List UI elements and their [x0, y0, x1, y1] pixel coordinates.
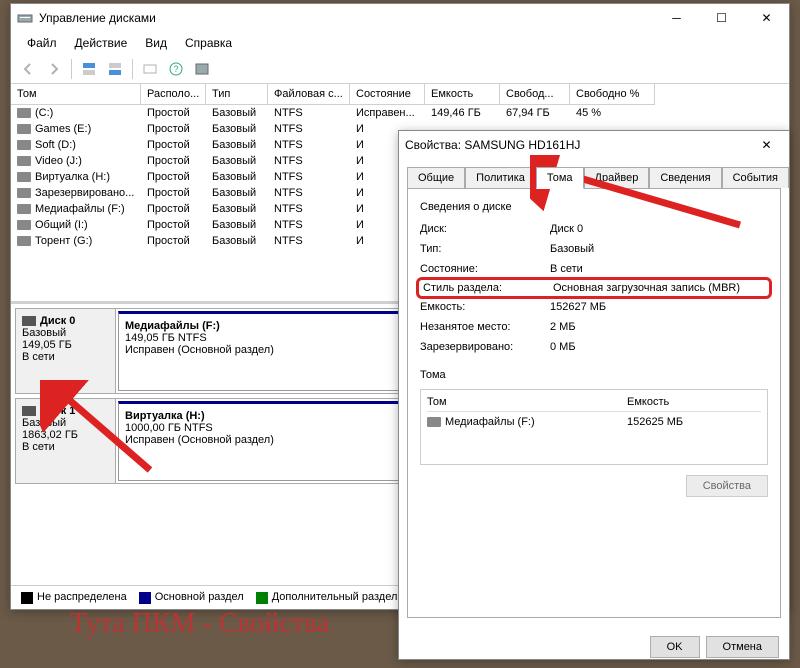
volume-icon: [17, 140, 31, 150]
menu-action[interactable]: Действие: [67, 34, 136, 52]
view-bottom-button[interactable]: [104, 58, 126, 80]
titlebar[interactable]: Управление дисками ─ ☐ ✕: [11, 4, 789, 32]
tab-general[interactable]: Общие: [407, 167, 465, 188]
col-freepct[interactable]: Свободно %: [570, 84, 655, 105]
dialog-close-button[interactable]: ✕: [744, 131, 789, 159]
toolbar: ?: [11, 54, 789, 84]
col-fs[interactable]: Файловая с...: [268, 84, 350, 105]
vol-col-tom[interactable]: Том: [427, 396, 627, 408]
vol-row[interactable]: Медиафайлы (F:) 152625 МБ: [427, 412, 761, 458]
app-icon: [17, 10, 33, 26]
table-row[interactable]: (C:)ПростойБазовыйNTFSИсправен...149,46 …: [11, 105, 789, 121]
dialog-title: Свойства: SAMSUNG HD161HJ: [405, 138, 580, 152]
info-row: Стиль раздела:Основная загрузочная запис…: [416, 277, 772, 299]
volume-icon: [17, 172, 31, 182]
col-type[interactable]: Тип: [206, 84, 268, 105]
cancel-button[interactable]: Отмена: [706, 636, 779, 658]
menu-file[interactable]: Файл: [19, 34, 65, 52]
legend-swatch-extended: [256, 592, 268, 604]
disk-info-heading: Сведения о диске: [420, 201, 768, 213]
tab-events[interactable]: События: [722, 167, 789, 188]
window-title: Управление дисками: [39, 11, 156, 25]
tab-strip: Общие Политика Тома Драйвер Сведения Соб…: [399, 159, 789, 188]
info-row: Емкость:152627 МБ: [420, 297, 768, 317]
info-row: Незанятое место:2 МБ: [420, 317, 768, 337]
vol-col-emk[interactable]: Емкость: [627, 396, 669, 408]
menu-view[interactable]: Вид: [137, 34, 175, 52]
legend-swatch-primary: [139, 592, 151, 604]
dialog-titlebar[interactable]: Свойства: SAMSUNG HD161HJ ✕: [399, 131, 789, 159]
view-top-button[interactable]: [78, 58, 100, 80]
volume-icon: [17, 124, 31, 134]
tab-content: Сведения о диске Диск:Диск 0Тип:БазовыйС…: [407, 188, 781, 618]
disk-info[interactable]: Диск 0Базовый149,05 ГБВ сети: [16, 309, 116, 393]
volumes-list[interactable]: Том Емкость Медиафайлы (F:) 152625 МБ: [420, 389, 768, 465]
disk-icon: [22, 316, 36, 326]
volumes-heading: Тома: [420, 369, 768, 381]
settings-button[interactable]: [191, 58, 213, 80]
info-row: Тип:Базовый: [420, 239, 768, 259]
volume-properties-button[interactable]: Свойства: [686, 475, 768, 497]
maximize-button[interactable]: ☐: [699, 4, 744, 32]
forward-button[interactable]: [43, 58, 65, 80]
tab-driver[interactable]: Драйвер: [584, 167, 650, 188]
volume-icon: [17, 156, 31, 166]
disk-icon: [22, 406, 36, 416]
volume-icon: [17, 108, 31, 118]
volume-icon: [427, 417, 441, 427]
tab-details[interactable]: Сведения: [649, 167, 721, 188]
menubar: Файл Действие Вид Справка: [11, 32, 789, 54]
col-status[interactable]: Состояние: [350, 84, 425, 105]
table-header[interactable]: Том Располо... Тип Файловая с... Состоян…: [11, 84, 789, 105]
disk-info[interactable]: Диск 1Базовый1863,02 ГБВ сети: [16, 399, 116, 483]
legend-swatch-unalloc: [21, 592, 33, 604]
info-row: Состояние:В сети: [420, 259, 768, 279]
help-button[interactable]: ?: [165, 58, 187, 80]
refresh-button[interactable]: [139, 58, 161, 80]
volume-icon: [17, 236, 31, 246]
ok-button[interactable]: OK: [650, 636, 700, 658]
svg-text:?: ?: [173, 64, 178, 74]
tab-policy[interactable]: Политика: [465, 167, 536, 188]
minimize-button[interactable]: ─: [654, 4, 699, 32]
col-layout[interactable]: Располо...: [141, 84, 206, 105]
annotation-text: Тута ПКМ - Свойства: [70, 608, 329, 640]
col-volume[interactable]: Том: [11, 84, 141, 105]
info-row: Зарезервировано:0 МБ: [420, 337, 768, 357]
properties-dialog: Свойства: SAMSUNG HD161HJ ✕ Общие Полити…: [398, 130, 790, 660]
col-capacity[interactable]: Емкость: [425, 84, 500, 105]
close-button[interactable]: ✕: [744, 4, 789, 32]
info-row: Диск:Диск 0: [420, 219, 768, 239]
volume-icon: [17, 188, 31, 198]
tab-volumes[interactable]: Тома: [536, 167, 584, 189]
menu-help[interactable]: Справка: [177, 34, 240, 52]
col-free[interactable]: Свобод...: [500, 84, 570, 105]
volume-icon: [17, 204, 31, 214]
volume-icon: [17, 220, 31, 230]
back-button[interactable]: [17, 58, 39, 80]
